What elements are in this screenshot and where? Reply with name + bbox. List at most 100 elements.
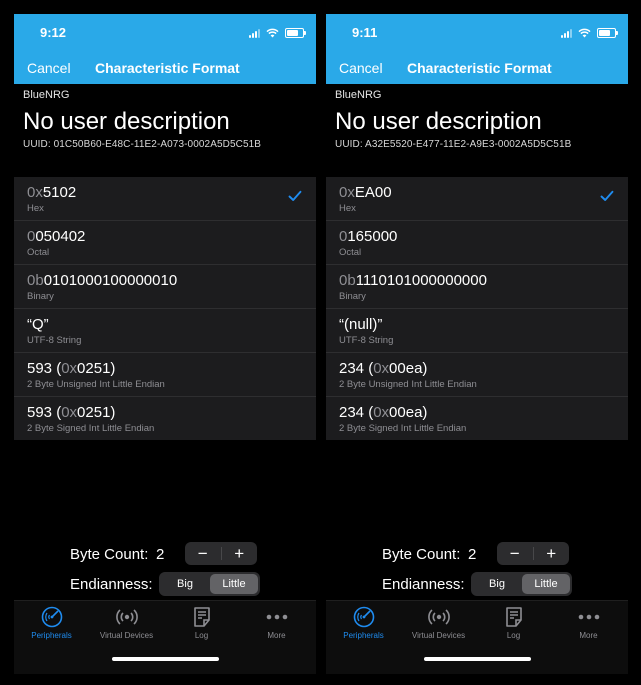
format-value: 0b1110101000000000 [339, 272, 487, 289]
format-value: 0xEA00 [339, 184, 392, 201]
wifi-icon [266, 28, 279, 38]
format-label: Hex [339, 203, 356, 214]
cancel-button[interactable]: Cancel [27, 60, 71, 76]
format-row[interactable]: 0xEA00 Hex [326, 177, 628, 221]
tab-label: Virtual Devices [99, 631, 154, 640]
peripherals-icon [14, 605, 89, 629]
format-label: 2 Byte Signed Int Little Endian [27, 423, 155, 434]
format-label: UTF-8 String [339, 335, 394, 346]
status-time: 9:12 [40, 25, 67, 40]
tab-virtual-devices[interactable]: Virtual Devices [89, 605, 164, 645]
format-row[interactable]: 0b1110101000000000 Binary [326, 265, 628, 309]
endian-big-option[interactable]: Big [161, 574, 209, 594]
format-digits: 0251) [77, 360, 116, 377]
format-digits: 5102 [42, 184, 77, 201]
format-prefix: 0x [27, 184, 43, 201]
decrement-button[interactable]: − [185, 542, 221, 565]
tab-bar: Peripherals Virtual Devices Log More [14, 600, 316, 674]
endian-little-option[interactable]: Little [522, 574, 570, 594]
format-digits: 234 ( [339, 360, 374, 377]
broadcast-icon [89, 605, 164, 629]
decrement-button[interactable]: − [497, 542, 533, 565]
format-row[interactable]: 234 (0x00ea) 2 Byte Unsigned Int Little E… [326, 353, 628, 397]
cellular-signal-icon [249, 28, 260, 38]
navigation-bar: 9:12 Cancel Characteristic Format [14, 14, 316, 84]
tab-log[interactable]: Log [476, 605, 551, 645]
format-label: 2 Byte Unsigned Int Little Endian [339, 379, 477, 390]
format-label: UTF-8 String [27, 335, 82, 346]
navigation-bar: 9:11 Cancel Characteristic Format [326, 14, 628, 84]
tab-more[interactable]: More [239, 605, 314, 645]
format-label: 2 Byte Unsigned Int Little Endian [27, 379, 165, 390]
format-row[interactable]: 593 (0x0251) 2 Byte Unsigned Int Little E… [14, 353, 316, 397]
format-label: Octal [339, 247, 362, 258]
status-time: 9:11 [352, 25, 378, 40]
characteristic-description: No user description [335, 108, 542, 135]
format-digits: 0251) [77, 404, 116, 421]
format-row[interactable]: 593 (0x0251) 2 Byte Signed Int Little End… [14, 397, 316, 440]
home-indicator[interactable] [424, 657, 531, 661]
page-title: Characteristic Format [407, 60, 552, 76]
tab-label: Peripherals [31, 631, 72, 640]
format-value: 593 (0x0251) [27, 404, 115, 421]
format-row[interactable]: “Q” UTF-8 String [14, 309, 316, 353]
endianness-label: Endianness: [70, 576, 153, 593]
byte-count-value: 2 [468, 546, 477, 563]
increment-button[interactable]: + [222, 542, 258, 565]
format-value: 234 (0x00ea) [339, 404, 427, 421]
endianness-control: Endianness: Big Little [14, 570, 316, 598]
format-row[interactable]: “(null)” UTF-8 String [326, 309, 628, 353]
tab-virtual-devices[interactable]: Virtual Devices [401, 605, 476, 645]
page-title: Characteristic Format [95, 60, 240, 76]
format-row[interactable]: 0165000 Octal [326, 221, 628, 265]
byte-count-control: Byte Count: 2 − + [326, 540, 628, 568]
format-prefix: 0x [373, 360, 390, 377]
endianness-control: Endianness: Big Little [326, 570, 628, 598]
cancel-button[interactable]: Cancel [339, 60, 383, 76]
format-digits: EA00 [354, 184, 392, 201]
more-icon [239, 605, 314, 629]
tab-label: More [267, 631, 286, 640]
peripherals-icon [326, 605, 401, 629]
characteristic-description: No user description [23, 108, 230, 135]
format-label: Binary [339, 291, 366, 302]
format-digits: 165000 [347, 228, 398, 245]
status-icons [561, 27, 618, 39]
byte-count-stepper: − + [185, 542, 257, 565]
format-value: 234 (0x00ea) [339, 360, 427, 377]
more-icon [551, 605, 626, 629]
home-indicator[interactable] [112, 657, 219, 661]
wifi-icon [578, 28, 591, 38]
tab-peripherals[interactable]: Peripherals [14, 605, 89, 645]
tab-log[interactable]: Log [164, 605, 239, 645]
format-digits: “(null)” [339, 316, 383, 333]
tab-peripherals[interactable]: Peripherals [326, 605, 401, 645]
format-row[interactable]: 0050402 Octal [14, 221, 316, 265]
format-value: 0165000 [339, 228, 397, 245]
format-row[interactable]: 234 (0x00ea) 2 Byte Signed Int Little End… [326, 397, 628, 440]
format-row[interactable]: 0x5102 Hex [14, 177, 316, 221]
tab-label: Log [194, 631, 209, 640]
format-value: 0050402 [27, 228, 85, 245]
phone-screen-right: 9:11 Cancel Characteristic Format BlueNR… [326, 14, 628, 674]
format-digits: 234 ( [339, 404, 374, 421]
phone-screen-left: 9:12 Cancel Characteristic Format BlueNR… [14, 14, 316, 674]
endian-big-option[interactable]: Big [473, 574, 521, 594]
endianness-segmented-control: Big Little [471, 572, 572, 596]
endianness-segmented-control: Big Little [159, 572, 260, 596]
format-digits: 593 ( [27, 360, 62, 377]
byte-count-label: Byte Count: [70, 546, 149, 563]
log-icon [476, 605, 551, 629]
byte-count-value: 2 [156, 546, 165, 563]
increment-button[interactable]: + [534, 542, 570, 565]
format-prefix: 0x [339, 184, 355, 201]
format-value: “Q” [27, 316, 49, 333]
format-label: Octal [27, 247, 50, 258]
tab-more[interactable]: More [551, 605, 626, 645]
format-row[interactable]: 0b0101000100000010 Binary [14, 265, 316, 309]
endian-little-option[interactable]: Little [210, 574, 258, 594]
byte-count-control: Byte Count: 2 − + [14, 540, 316, 568]
device-name: BlueNRG [23, 89, 70, 101]
format-digits: 1110101000000000 [355, 272, 487, 289]
format-digits: 00ea) [389, 360, 428, 377]
